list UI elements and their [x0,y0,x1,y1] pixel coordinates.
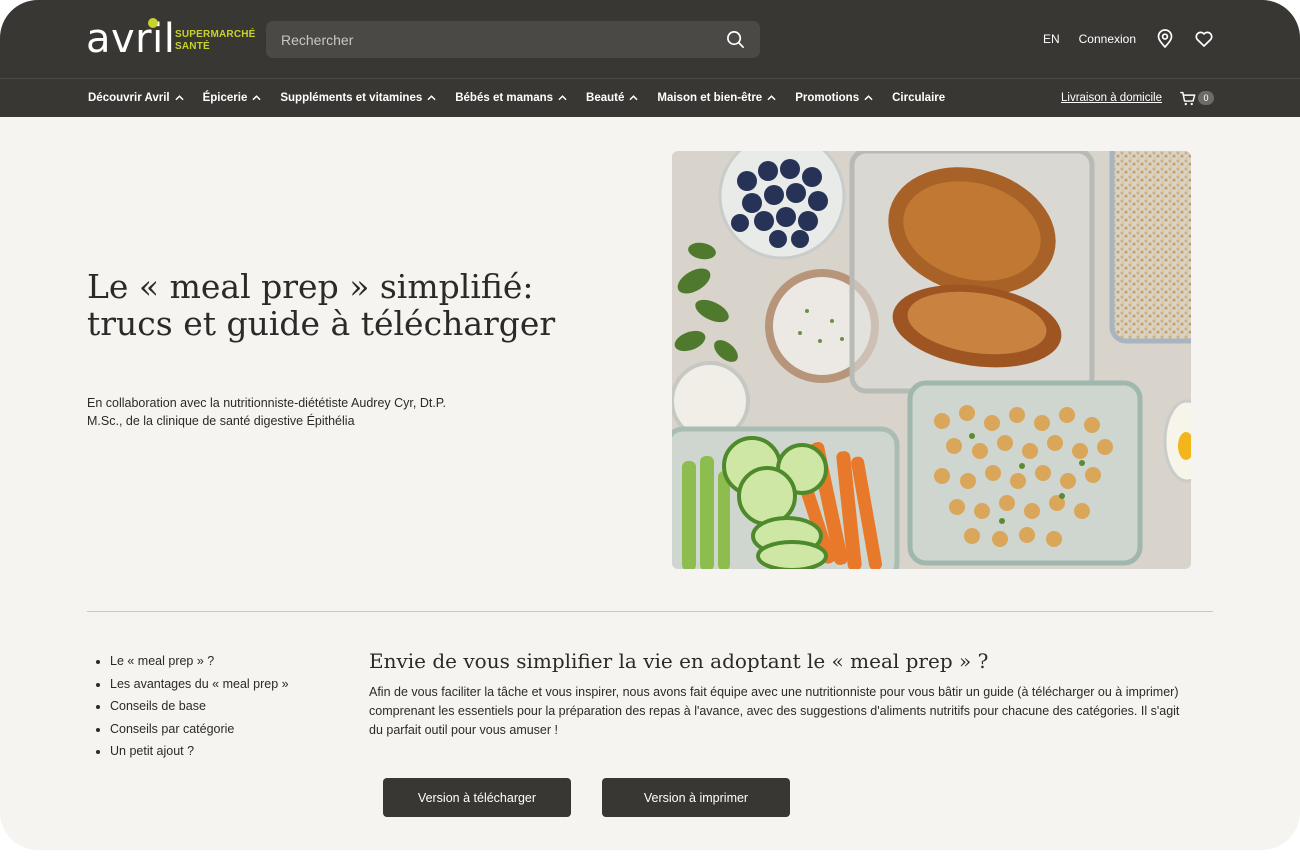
search-bar [266,21,760,58]
page-title: Le « meal prep » simplifié: trucs et gui… [87,267,556,343]
cart-icon [1180,91,1196,105]
location-pin-icon[interactable] [1155,29,1175,49]
heart-icon[interactable] [1194,29,1214,49]
top-header: avril SUPERMARCHÉ SANTÉ EN Connexion [0,0,1300,79]
nav-item-beaute[interactable]: Beauté [586,92,638,104]
table-of-contents: Le « meal prep » ? Les avantages du « me… [94,650,289,763]
chevron-up-icon [864,95,873,101]
search-icon[interactable] [726,30,745,49]
nav-item-label: Promotions [795,92,860,104]
chevron-up-icon [767,95,776,101]
download-version-button[interactable]: Version à télécharger [383,778,571,817]
cart-button[interactable]: 0 [1179,90,1214,107]
nav-list: Découvrir Avril Épicerie Suppléments et … [88,79,945,117]
chevron-up-icon [175,95,184,101]
nav-item-supplements[interactable]: Suppléments et vitamines [280,92,436,104]
nav-item-label: Bébés et mamans [455,92,554,104]
language-toggle[interactable]: EN [1043,32,1060,46]
nav-item-label: Suppléments et vitamines [280,92,423,104]
chevron-up-icon [252,95,261,101]
nav-item-maison-bien-etre[interactable]: Maison et bien-être [657,92,776,104]
home-delivery-link[interactable]: Livraison à domicile [1061,92,1162,104]
logo-wordmark: avril [86,16,176,62]
chevron-up-icon [427,95,436,101]
logo-tagline-line-1: SUPERMARCHÉ [175,29,256,40]
hero-subtitle: En collaboration avec la nutritionniste-… [87,396,446,428]
section-body: Afin de vous faciliter la tâche et vous … [369,685,1180,737]
toc-link-avantages[interactable]: Les avantages du « meal prep » [94,673,289,696]
header-actions: EN Connexion [1043,28,1214,50]
nav-item-label: Circulaire [892,92,946,104]
nav-item-decouvrir-avril[interactable]: Découvrir Avril [88,92,184,104]
logo-tagline-line-2: SANTÉ [175,41,210,52]
nav-item-label: Épicerie [202,92,248,104]
page-frame: avril SUPERMARCHÉ SANTÉ EN Connexion [0,0,1300,850]
nav-item-epicerie[interactable]: Épicerie [203,92,262,104]
cart-count-badge: 0 [1198,91,1214,105]
chevron-up-icon [629,95,638,101]
logo-leaf-icon [148,18,158,28]
main-nav: Découvrir Avril Épicerie Suppléments et … [0,79,1300,117]
section-title: Envie de vous simplifier la vie en adopt… [369,649,989,673]
section-divider [87,611,1213,612]
nav-item-label: Beauté [586,92,625,104]
nav-item-label: Découvrir Avril [88,92,170,104]
nav-item-label: Maison et bien-être [657,92,763,104]
nav-right: Livraison à domicile 0 [1061,79,1214,117]
search-input[interactable] [266,21,721,58]
login-link[interactable]: Connexion [1079,32,1136,46]
toc-link-petit-ajout[interactable]: Un petit ajout ? [94,740,289,763]
toc-link-meal-prep[interactable]: Le « meal prep » ? [94,650,289,673]
toc-link-conseils-categorie[interactable]: Conseils par catégorie [94,718,289,741]
nav-item-bebes-mamans[interactable]: Bébés et mamans [455,92,567,104]
hero-image-meal-prep [672,151,1191,569]
nav-item-promotions[interactable]: Promotions [795,92,873,104]
print-version-button[interactable]: Version à imprimer [602,778,790,817]
nav-item-circulaire[interactable]: Circulaire [892,92,945,104]
logo-tagline: SUPERMARCHÉ SANTÉ [175,29,256,53]
toc-link-conseils-base[interactable]: Conseils de base [94,695,289,718]
chevron-up-icon [558,95,567,101]
